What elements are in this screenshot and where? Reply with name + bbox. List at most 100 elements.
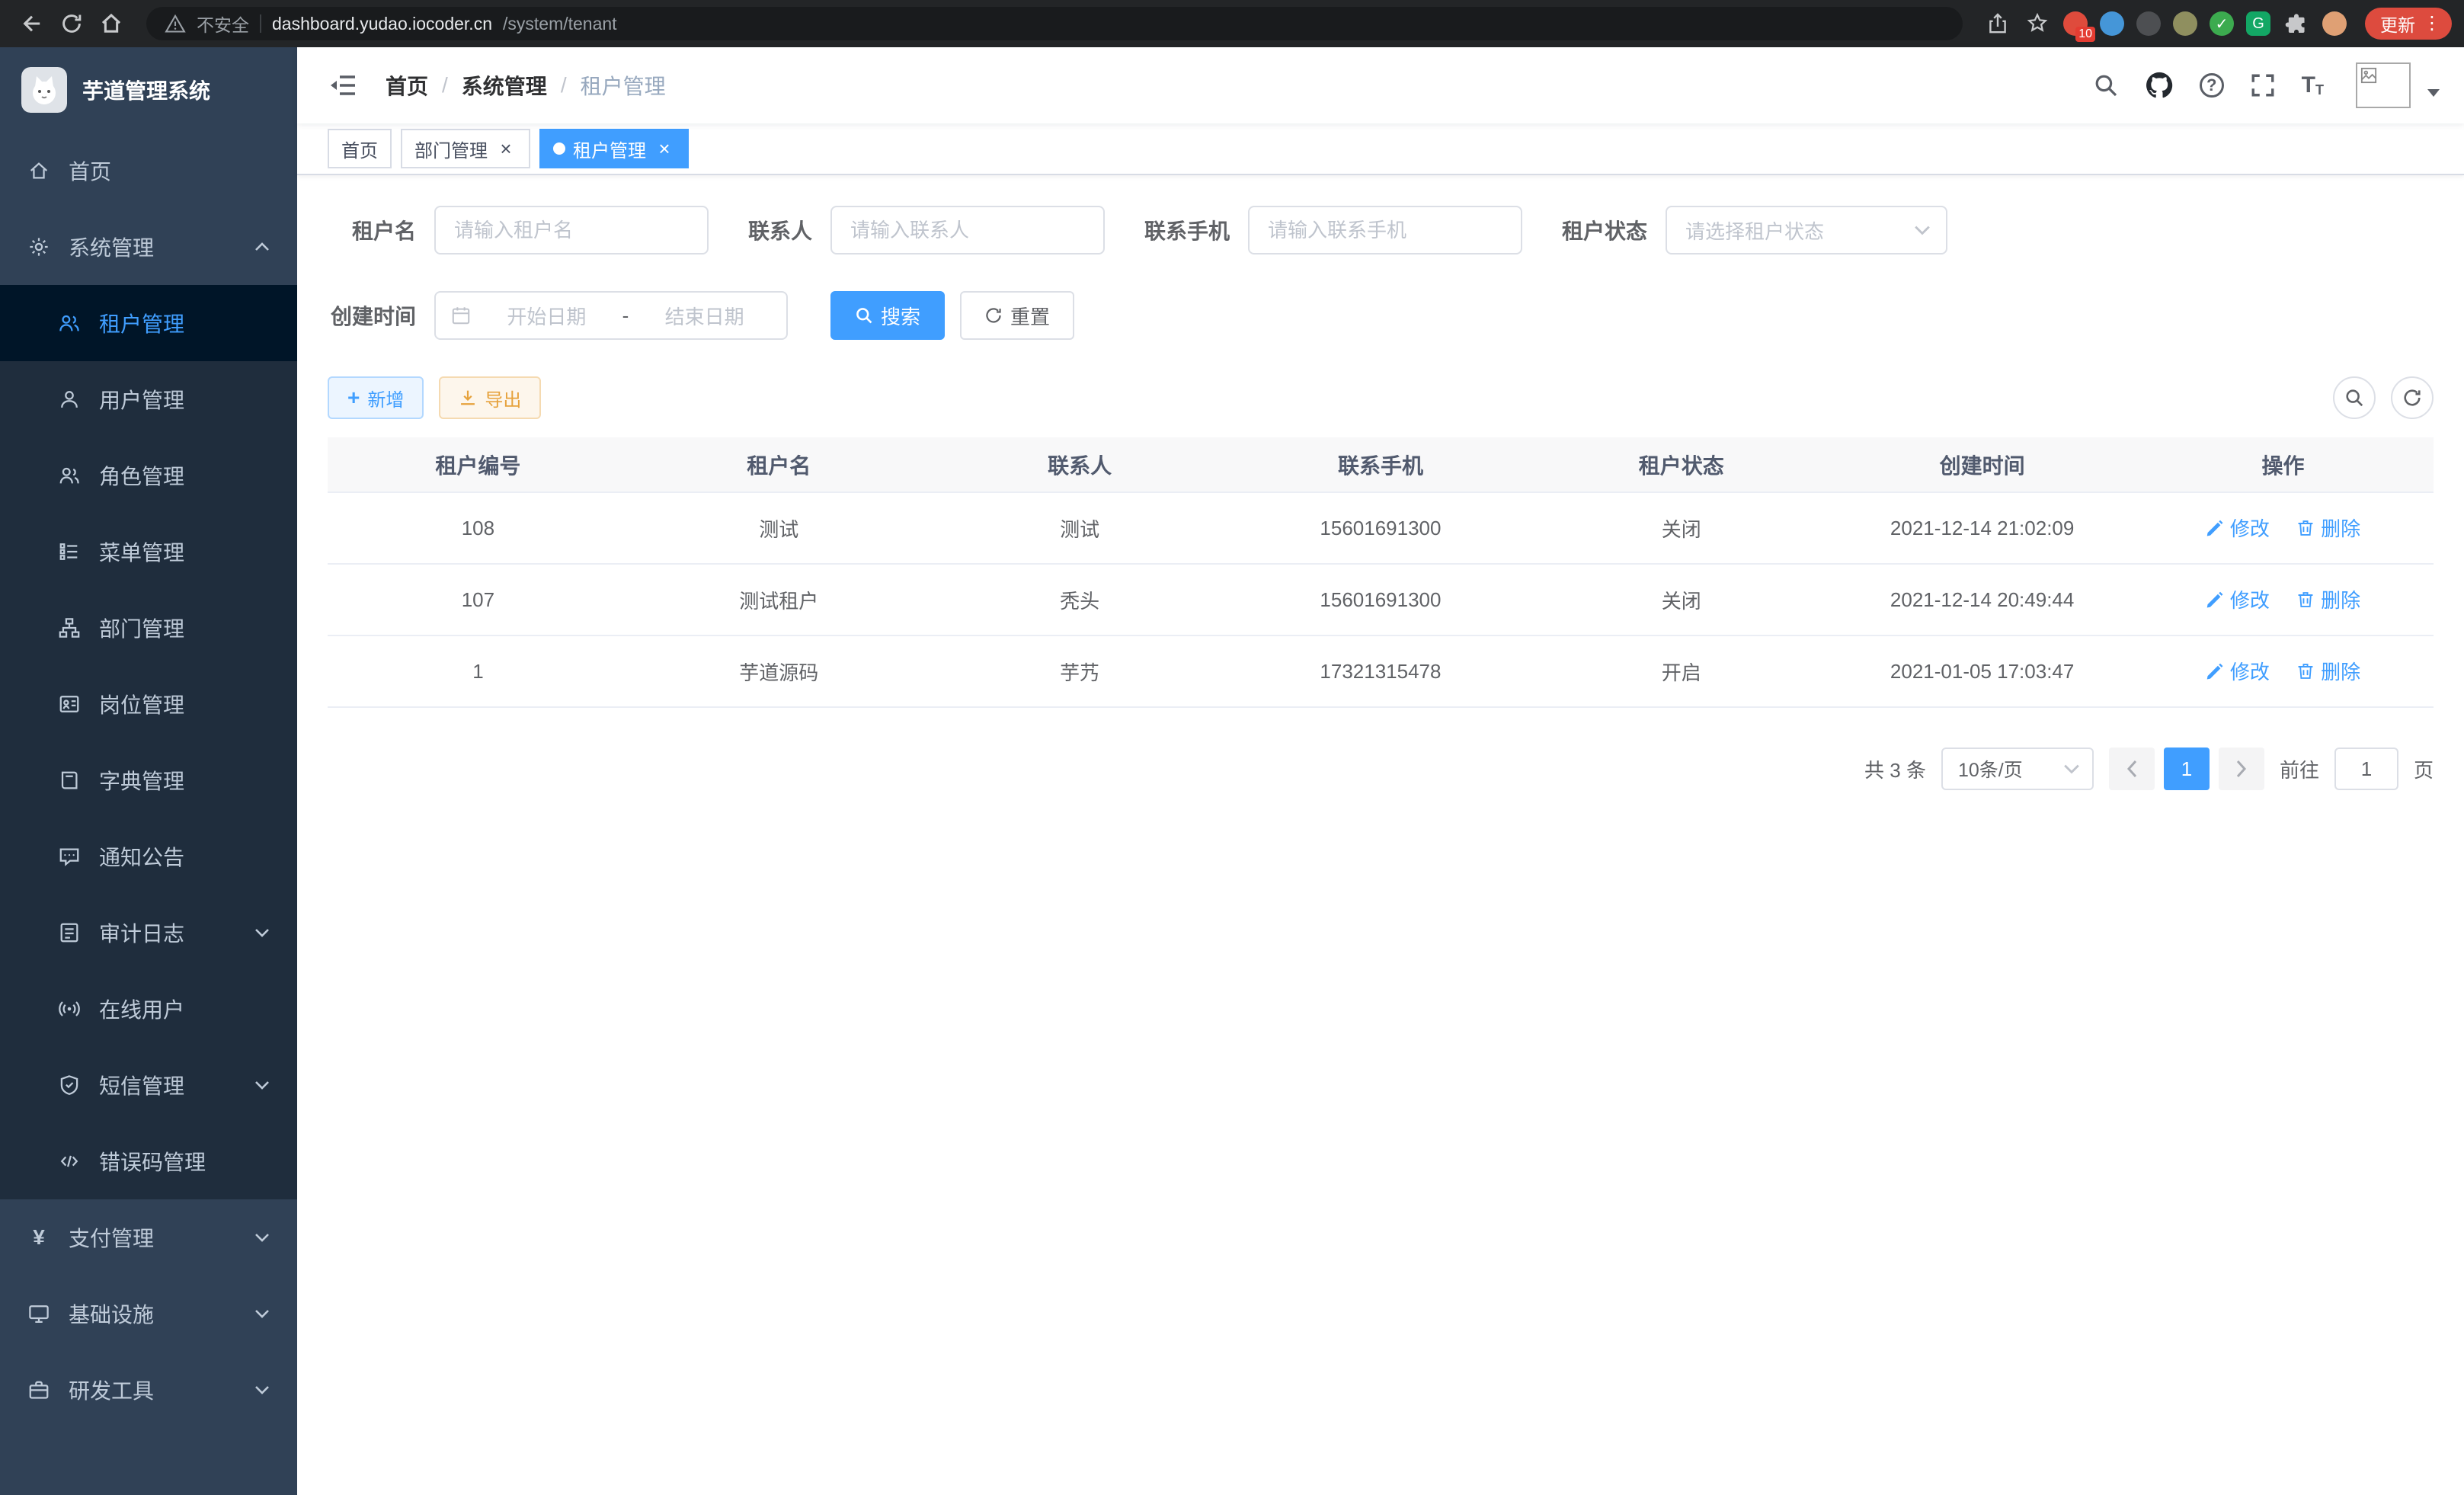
sidebar-item-user[interactable]: 用户管理 [0, 361, 297, 437]
sidebar-item-payment[interactable]: ¥ 支付管理 [0, 1199, 297, 1276]
url-path: /system/tenant [503, 14, 617, 34]
menu-label: 错误码管理 [99, 1146, 206, 1176]
sidebar-toggle[interactable] [322, 64, 364, 107]
sidebar-item-sms[interactable]: 短信管理 [0, 1047, 297, 1123]
toggle-search-button[interactable] [2333, 376, 2376, 419]
share-icon[interactable] [1986, 11, 2010, 36]
browser-update-button[interactable]: 更新 ⋮ [2365, 8, 2452, 40]
url-divider [260, 14, 261, 33]
sidebar-item-post[interactable]: 岗位管理 [0, 666, 297, 742]
menu-label: 菜单管理 [99, 536, 184, 567]
tag-tenant[interactable]: 租户管理 × [539, 129, 689, 168]
sidebar-item-system[interactable]: 系统管理 [0, 209, 297, 285]
delete-link[interactable]: 删除 [2296, 657, 2360, 685]
sidebar-menu: 首页 系统管理 租户管理 用户管理 角色管理 菜单管理 [0, 133, 297, 1428]
sidebar-item-dict[interactable]: 字典管理 [0, 742, 297, 818]
column-header: 租户名 [629, 437, 930, 492]
cell-contact: 测试 [930, 492, 1230, 564]
total-count: 共 3 条 [1864, 755, 1926, 783]
sidebar-item-home[interactable]: 首页 [0, 133, 297, 209]
back-icon[interactable] [12, 4, 52, 43]
contact-input[interactable] [830, 206, 1105, 255]
address-bar[interactable]: 不安全 dashboard.yudao.iocoder.cn /system/t… [146, 7, 1963, 40]
delete-link[interactable]: 删除 [2296, 514, 2360, 542]
extension-icon[interactable] [2136, 11, 2161, 36]
reset-button[interactable]: 重置 [960, 291, 1074, 340]
sidebar-item-dev-tools[interactable]: 研发工具 [0, 1352, 297, 1428]
search-icon[interactable] [2093, 72, 2119, 98]
profile-avatar-icon[interactable] [2322, 11, 2347, 36]
app-title: 芋道管理系统 [82, 75, 210, 105]
sidebar-item-online-users[interactable]: 在线用户 [0, 971, 297, 1047]
font-size-icon[interactable]: TT [2302, 74, 2324, 97]
search-icon [2344, 388, 2364, 408]
create-time-range-picker[interactable]: 开始日期 - 结束日期 [434, 291, 788, 340]
fullscreen-icon[interactable] [2250, 72, 2276, 98]
prev-page-button[interactable] [2109, 748, 2155, 790]
cell-operations: 修改 删除 [2133, 564, 2434, 635]
tenant-status-select[interactable]: 请选择租户状态 [1666, 206, 1947, 255]
breadcrumb-item[interactable]: 首页 [386, 70, 428, 101]
next-page-button[interactable] [2219, 748, 2264, 790]
table-row[interactable]: 107 测试租户 秃头 15601691300 关闭 2021-12-14 20… [328, 564, 2434, 635]
security-label: 不安全 [197, 11, 249, 37]
app-logo[interactable]: 芋道管理系统 [0, 47, 297, 133]
bookmark-star-icon[interactable] [2025, 11, 2050, 36]
help-icon[interactable]: ? [2200, 73, 2224, 98]
extension-icon[interactable] [2100, 11, 2124, 36]
cell-tenant-id: 108 [328, 492, 629, 564]
table-row[interactable]: 1 芋道源码 芋艿 17321315478 开启 2021-01-05 17:0… [328, 635, 2434, 707]
extension-icon[interactable]: G [2246, 11, 2270, 36]
sidebar-item-audit-log[interactable]: 审计日志 [0, 895, 297, 971]
table-row[interactable]: 108 测试 测试 15601691300 关闭 2021-12-14 21:0… [328, 492, 2434, 564]
tenant-table: 租户编号 租户名 联系人 联系手机 租户状态 创建时间 操作 108 测试 测试 [328, 437, 2434, 708]
goto-page-input[interactable] [2334, 748, 2398, 790]
breadcrumb-item[interactable]: 系统管理 [462, 70, 547, 101]
delete-link[interactable]: 删除 [2296, 585, 2360, 613]
extension-icon[interactable]: 10 [2063, 11, 2088, 36]
github-icon[interactable] [2145, 71, 2174, 100]
user-avatar[interactable] [2356, 62, 2411, 108]
sidebar: 芋道管理系统 首页 系统管理 租户管理 用户管理 角色管理 [0, 47, 297, 1495]
extension-icon[interactable] [2173, 11, 2197, 36]
logo-avatar [21, 67, 67, 113]
log-icon [58, 921, 81, 944]
sidebar-item-role[interactable]: 角色管理 [0, 437, 297, 514]
home-button-icon[interactable] [91, 4, 131, 43]
edit-link[interactable]: 修改 [2206, 585, 2270, 613]
sidebar-item-tenant[interactable]: 租户管理 [0, 285, 297, 361]
warning-icon [165, 13, 186, 34]
mobile-input[interactable] [1248, 206, 1522, 255]
extension-icon[interactable]: ✓ [2210, 11, 2234, 36]
close-icon[interactable]: × [495, 138, 517, 159]
cell-mobile: 15601691300 [1230, 492, 1531, 564]
yen-icon: ¥ [27, 1227, 50, 1248]
add-button[interactable]: + 新增 [328, 376, 424, 419]
menu-label: 短信管理 [99, 1070, 184, 1100]
sidebar-item-error-code[interactable]: 错误码管理 [0, 1123, 297, 1199]
gear-icon [27, 235, 50, 258]
page-number-button[interactable]: 1 [2164, 748, 2210, 790]
edit-link[interactable]: 修改 [2206, 657, 2270, 685]
export-button[interactable]: 导出 [439, 376, 541, 419]
cell-status: 开启 [1531, 635, 1832, 707]
tag-dept[interactable]: 部门管理 × [401, 129, 530, 168]
cell-contact: 秃头 [930, 564, 1230, 635]
sidebar-item-notice[interactable]: 通知公告 [0, 818, 297, 895]
kebab-menu-icon: ⋮ [2423, 14, 2441, 33]
refresh-table-button[interactable] [2391, 376, 2434, 419]
cell-tenant-id: 107 [328, 564, 629, 635]
page-size-select[interactable]: 10条/页 [1941, 748, 2094, 790]
close-icon[interactable]: × [654, 138, 675, 159]
tenant-name-input[interactable] [434, 206, 709, 255]
edit-link[interactable]: 修改 [2206, 514, 2270, 542]
reload-icon[interactable] [52, 4, 91, 43]
search-button[interactable]: 搜索 [830, 291, 945, 340]
sidebar-item-menu[interactable]: 菜单管理 [0, 514, 297, 590]
sidebar-item-infra[interactable]: 基础设施 [0, 1276, 297, 1352]
status-label: 租户状态 [1562, 215, 1647, 245]
sidebar-item-dept[interactable]: 部门管理 [0, 590, 297, 666]
tag-home[interactable]: 首页 [328, 129, 392, 168]
caret-down-icon[interactable] [2427, 89, 2440, 97]
puzzle-extensions-icon[interactable] [2284, 11, 2309, 36]
